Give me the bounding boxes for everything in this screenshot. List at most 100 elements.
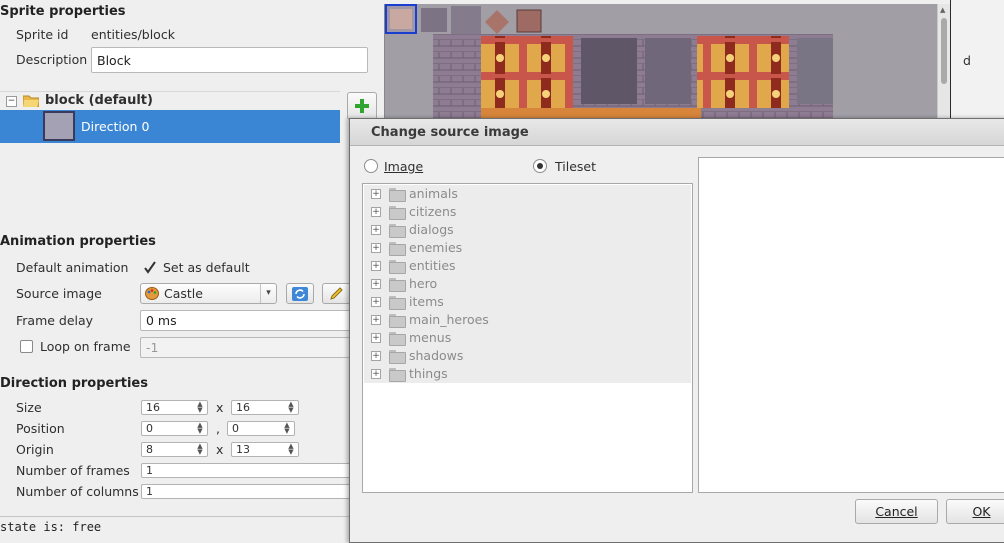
plus-icon [355, 99, 369, 113]
cancel-button[interactable]: Cancel [855, 499, 938, 524]
ok-button-label: OK [972, 504, 991, 519]
description-input[interactable]: Block [91, 47, 368, 73]
ok-button[interactable]: OK [946, 499, 1004, 524]
right-panel-strip: d [950, 0, 1004, 120]
expand-icon[interactable]: + [371, 261, 381, 271]
tileset-radio[interactable] [533, 159, 547, 173]
animation-properties-title: Animation properties [0, 234, 156, 249]
scroll-up-icon[interactable]: ▲ [940, 6, 945, 14]
size-separator: x [216, 400, 224, 415]
scrollbar-thumb[interactable] [941, 18, 947, 84]
folder-row[interactable]: + animals [364, 185, 691, 203]
folder-icon [389, 224, 406, 238]
folder-row[interactable]: + dialogs [364, 221, 691, 239]
direction-label: Direction 0 [81, 119, 150, 134]
tileset-radio-label[interactable]: Tileset [555, 159, 596, 174]
chevron-down-icon: ▾ [260, 284, 276, 303]
add-animation-button[interactable] [347, 92, 377, 120]
folder-tree[interactable]: + animals + citizens + dialogs + enemies + en… [362, 183, 693, 493]
position-separator: , [216, 421, 220, 436]
folder-row[interactable]: + things [364, 365, 691, 383]
columns-label: Number of columns [16, 484, 139, 499]
pencil-icon [329, 286, 343, 300]
folder-name: main_heroes [409, 312, 489, 327]
folder-icon [389, 242, 406, 256]
folder-icon [389, 278, 406, 292]
folder-row[interactable]: + citizens [364, 203, 691, 221]
size-label: Size [16, 400, 42, 415]
default-animation-label: Default animation [16, 260, 129, 275]
folder-icon [389, 206, 406, 220]
folder-open-icon [22, 94, 40, 108]
loop-on-frame-checkbox[interactable] [20, 340, 33, 353]
folder-row[interactable]: + main_heroes [364, 311, 691, 329]
origin-y-stepper[interactable]: 13 ▲ ▼ [231, 442, 299, 457]
position-y-stepper[interactable]: 0 ▲ ▼ [227, 421, 295, 436]
expand-icon[interactable]: + [371, 225, 381, 235]
image-preview-area [698, 157, 1004, 493]
origin-label: Origin [16, 442, 54, 457]
folder-icon [389, 296, 406, 310]
dialog-title: Change source image [350, 119, 1004, 146]
change-source-image-dialog: Change source image Image Tileset + anima… [349, 118, 1004, 543]
folder-name: hero [409, 276, 438, 291]
folder-row[interactable]: + menus [364, 329, 691, 347]
refresh-icon [292, 286, 308, 301]
size-height-value: 16 [236, 401, 250, 414]
folder-name: items [409, 294, 444, 309]
loop-on-frame-input[interactable]: -1 [140, 337, 352, 358]
status-divider [0, 516, 350, 517]
folder-name: animals [409, 186, 458, 201]
animation-tree-header[interactable]: − block (default) [0, 91, 340, 111]
folder-icon [389, 260, 406, 274]
set-as-default-checkbox[interactable] [143, 261, 156, 274]
expand-icon[interactable]: + [371, 189, 381, 199]
image-radio[interactable] [364, 159, 378, 173]
expand-icon[interactable]: + [371, 351, 381, 361]
folder-row[interactable]: + shadows [364, 347, 691, 365]
expand-icon[interactable]: + [371, 243, 381, 253]
tileset-preview[interactable] [384, 4, 950, 122]
columns-stepper[interactable]: 1 [141, 484, 352, 499]
palette-icon [145, 287, 159, 300]
tileset-scrollbar[interactable]: ▲ [937, 4, 950, 122]
sprite-id-label: Sprite id [16, 27, 69, 42]
frame-delay-input[interactable]: 0 ms [140, 310, 352, 331]
size-height-stepper[interactable]: 16 ▲ ▼ [231, 400, 299, 415]
origin-separator: x [216, 442, 224, 457]
direction-row[interactable]: Direction 0 [0, 110, 340, 143]
expand-icon[interactable]: + [371, 207, 381, 217]
origin-x-value: 8 [146, 443, 153, 456]
direction-thumbnail [43, 111, 75, 141]
frames-stepper[interactable]: 1 [141, 463, 352, 478]
refresh-source-button[interactable] [286, 283, 314, 304]
folder-row[interactable]: + entities [364, 257, 691, 275]
animation-name: block (default) [45, 93, 153, 108]
image-radio-label[interactable]: Image [384, 159, 423, 174]
position-y-value: 0 [232, 422, 239, 435]
position-x-stepper[interactable]: 0 ▲ ▼ [141, 421, 208, 436]
expand-icon[interactable]: + [371, 315, 381, 325]
set-as-default-label: Set as default [163, 260, 250, 275]
expand-icon[interactable]: + [371, 279, 381, 289]
expand-icon[interactable]: + [371, 369, 381, 379]
origin-y-value: 13 [236, 443, 250, 456]
folder-row[interactable]: + enemies [364, 239, 691, 257]
folder-name: entities [409, 258, 456, 273]
size-width-stepper[interactable]: 16 ▲ ▼ [141, 400, 208, 415]
sprite-id-value: entities/block [91, 27, 175, 42]
folder-row[interactable]: + items [364, 293, 691, 311]
folder-name: menus [409, 330, 452, 345]
source-image-select[interactable]: Castle ▾ [140, 283, 277, 304]
sprite-properties-title: Sprite properties [0, 4, 126, 19]
folder-row[interactable]: + hero [364, 275, 691, 293]
origin-x-stepper[interactable]: 8 ▲ ▼ [141, 442, 208, 457]
cancel-button-label: Cancel [875, 504, 918, 519]
position-label: Position [16, 421, 65, 436]
expand-icon[interactable]: + [371, 297, 381, 307]
collapse-icon[interactable]: − [6, 96, 17, 107]
expand-icon[interactable]: + [371, 333, 381, 343]
edit-source-button[interactable] [322, 283, 350, 304]
folder-icon [389, 332, 406, 346]
folder-icon [389, 188, 406, 202]
